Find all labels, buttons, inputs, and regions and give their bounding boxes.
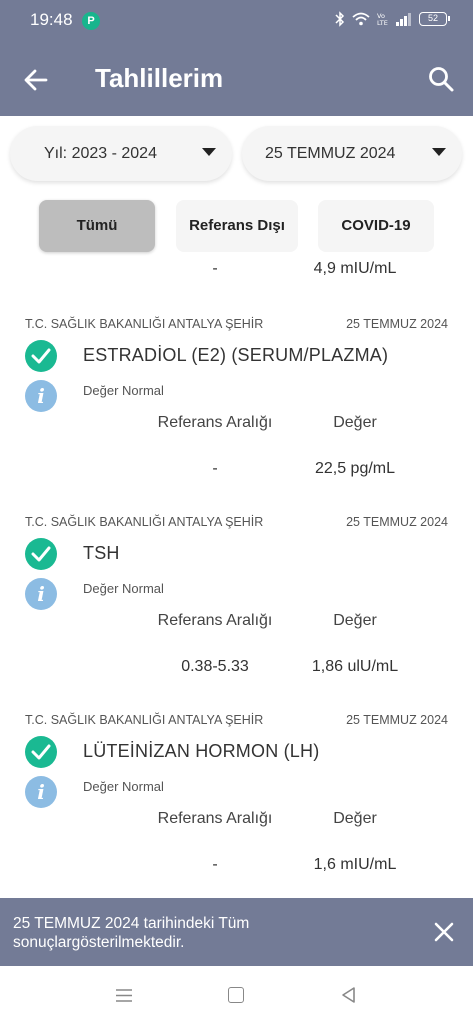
result-card[interactable]: T.C. SAĞLIK BAKANLIĞI ANTALYA ŞEHİR 25 T… [0,317,473,515]
dropdown-arrow-icon [202,148,216,156]
date-select-value: 25 TEMMUZ 2024 [265,145,396,162]
reference-header: Referans Aralığı [157,612,273,629]
result-value: 4,9 mIU/mL [313,260,397,277]
volte-icon: VoLTE [377,12,388,26]
status-icons: Vo LTE 52 [335,11,450,27]
signal-icon [396,13,411,26]
check-circle-icon [25,340,57,372]
year-select-value: Yıl: 2023 - 2024 [44,145,157,162]
test-name: LÜTEİNİZAN HORMON (LH) [83,741,320,761]
dropdown-arrow-icon [432,148,446,156]
result-card[interactable]: T.C. SAĞLIK BAKANLIĞI ANTALYA ŞEHİR 25 T… [0,713,473,898]
nav-back-icon[interactable] [340,986,358,1004]
app-notification-icon: P [82,12,100,30]
filter-section: Yıl: 2023 - 2024 25 TEMMUZ 2024 Tümü Ref… [0,116,473,276]
result-date: 25 TEMMUZ 2024 [346,713,448,727]
result-card[interactable]: T.C. SAĞLIK BAKANLIĞI ANTALYA ŞEHİR 25 T… [0,515,473,713]
status-bar: 19:48 P Vo LTE 52 [0,0,473,42]
test-name: TSH [83,543,120,563]
chip-all[interactable]: Tümü [39,200,155,252]
reference-value: - [212,856,218,873]
result-values: - 1,6 mIU/mL [0,856,473,886]
test-name: ESTRADİOL (E2) (SERUM/PLAZMA) [83,345,389,365]
result-values: - 22,5 pg/mL [0,460,473,490]
check-circle-icon [25,736,57,768]
chip-out-of-range[interactable]: Referans Dışı [176,200,298,252]
value-header: Değer [333,612,377,629]
reference-value: - [212,260,218,277]
result-value: 1,86 ulU/mL [311,658,399,675]
info-icon[interactable]: i [25,578,57,610]
snackbar-message: 25 TEMMUZ 2024 tarihindeki Tüm sonuçlarg… [13,915,250,951]
reference-value: - [212,460,218,477]
column-headers: Referans Aralığı Değer [0,414,473,438]
status-time: 19:48 [30,10,73,29]
home-icon[interactable] [228,987,244,1003]
info-icon[interactable]: i [25,776,57,808]
year-select[interactable]: Yıl: 2023 - 2024 [10,126,232,181]
page-title: Tahlillerim [95,63,224,93]
partial-result-values: - 4,9 mIU/mL [0,260,473,290]
search-icon[interactable] [427,65,455,93]
check-circle-icon [25,538,57,570]
institution-name: T.C. SAĞLIK BAKANLIĞI ANTALYA ŞEHİR [25,515,264,529]
close-icon[interactable] [433,921,455,943]
system-nav-bar [0,966,473,1024]
institution-name: T.C. SAĞLIK BAKANLIĞI ANTALYA ŞEHİR [25,317,264,331]
reference-header: Referans Aralığı [157,414,273,431]
result-status: Değer Normal [83,779,164,794]
recent-apps-icon[interactable] [114,988,134,1003]
bluetooth-icon [335,11,345,27]
date-select[interactable]: 25 TEMMUZ 2024 [242,126,462,181]
back-arrow-icon[interactable] [22,66,50,94]
column-headers: Referans Aralığı Değer [0,612,473,636]
reference-value: 0.38-5.33 [181,658,249,675]
result-values: 0.38-5.33 1,86 ulU/mL [0,658,473,688]
result-status: Değer Normal [83,581,164,596]
chip-covid[interactable]: COVID-19 [318,200,434,252]
institution-name: T.C. SAĞLIK BAKANLIĞI ANTALYA ŞEHİR [25,713,264,727]
column-headers: Referans Aralığı Değer [0,810,473,834]
reference-header: Referans Aralığı [157,810,273,827]
result-status: Değer Normal [83,383,164,398]
results-list[interactable]: - 4,9 mIU/mL T.C. SAĞLIK BAKANLIĞI ANTAL… [0,256,473,898]
result-date: 25 TEMMUZ 2024 [346,317,448,331]
svg-text:LTE: LTE [377,19,388,26]
wifi-icon [352,12,370,26]
value-header: Değer [333,414,377,431]
app-bar: Tahlillerim [0,42,473,116]
info-icon[interactable]: i [25,380,57,412]
result-value: 1,6 mIU/mL [313,856,397,873]
snackbar: 25 TEMMUZ 2024 tarihindeki Tüm sonuçlarg… [0,898,473,966]
value-header: Değer [333,810,377,827]
result-date: 25 TEMMUZ 2024 [346,515,448,529]
result-value: 22,5 pg/mL [314,460,396,477]
battery-icon: 52 [419,12,450,26]
